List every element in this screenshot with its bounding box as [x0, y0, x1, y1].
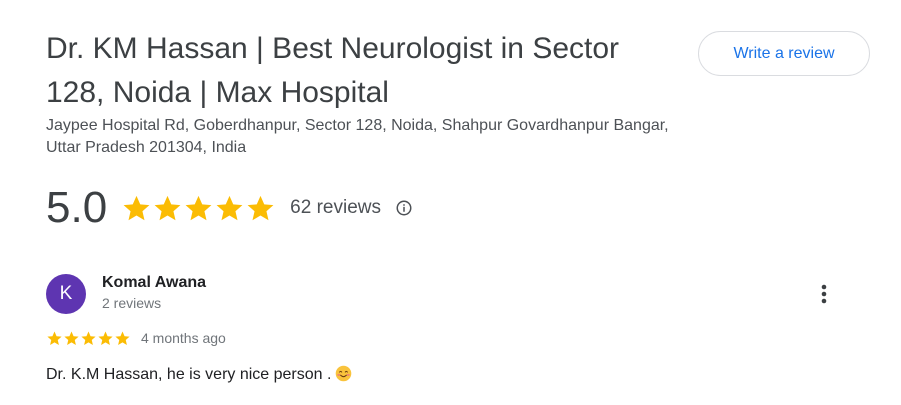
star-icon [64, 331, 79, 345]
star-icon [47, 331, 62, 345]
review-rating-row: 4 months ago [46, 328, 226, 348]
star-icon [115, 331, 130, 345]
reviewer-name[interactable]: Komal Awana [102, 274, 206, 292]
avatar[interactable]: K [46, 274, 86, 314]
smiling-face-icon [336, 365, 352, 382]
star-icon [216, 195, 243, 220]
review-panel: Dr. KM Hassan | Best Neurologist in Sect… [0, 0, 901, 405]
place-title: Dr. KM Hassan | Best Neurologist in Sect… [46, 32, 620, 109]
star-icon [185, 195, 212, 220]
star-icon [247, 195, 274, 220]
place-address: Jaypee Hospital Rd, Goberdhanpur, Sector… [46, 117, 669, 156]
overall-rating: 5.0 62 reviews [46, 182, 413, 234]
star-icon [154, 195, 181, 220]
star-icon [81, 331, 96, 345]
rating-stars [121, 193, 276, 224]
reviewer-review-count: 2 reviews [102, 295, 162, 311]
more-options-button[interactable] [812, 282, 836, 306]
review-text: Dr. K.M Hassan, he is very nice person . [46, 365, 846, 384]
reviews-count-link[interactable]: 62 reviews [290, 197, 381, 219]
star-icon [123, 195, 150, 220]
rating-value: 5.0 [46, 183, 108, 232]
more-vertical-icon [821, 284, 827, 304]
write-review-button[interactable]: Write a review [698, 31, 870, 76]
review-date: 4 months ago [141, 330, 226, 346]
review-text-body: Dr. K.M Hassan, he is very nice person . [46, 366, 332, 383]
review-stars [46, 330, 131, 347]
info-circle-icon[interactable] [395, 199, 413, 217]
star-icon [98, 331, 113, 345]
